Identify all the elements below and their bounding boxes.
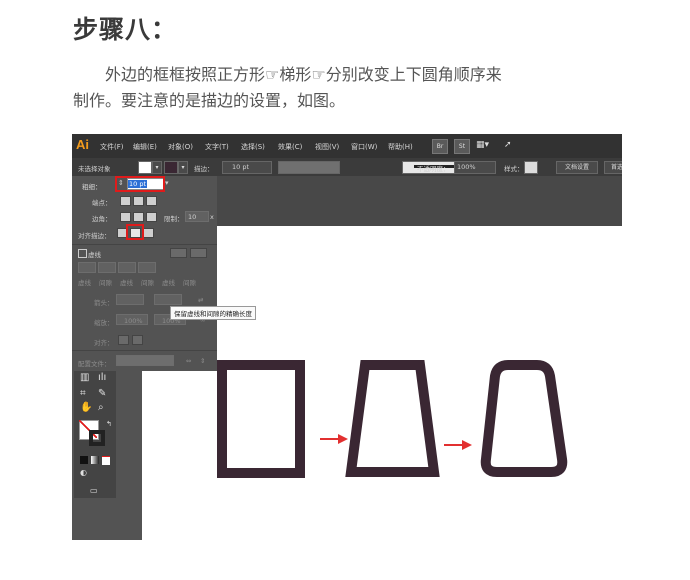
rounded-trapezoid-shape (480, 360, 568, 477)
arrow-1-head (338, 434, 348, 444)
step-heading: 步骤八： (73, 15, 178, 44)
arrow-2-head (462, 440, 472, 450)
illustrator-screenshot: Ai 文件(F) 编辑(E) 对象(O) 文字(T) 选择(S) 效果(C) 视… (72, 134, 622, 540)
instruction-line-2: 制作。要注意的是描边的设置，如图。 (73, 91, 346, 110)
trapezoid-shape (345, 360, 440, 477)
artwork (217, 360, 568, 478)
square-shape (217, 360, 305, 478)
instruction-line-1: 外边的框框按照正方形☞梯形☞分别改变上下圆角顺序来 (105, 65, 502, 84)
